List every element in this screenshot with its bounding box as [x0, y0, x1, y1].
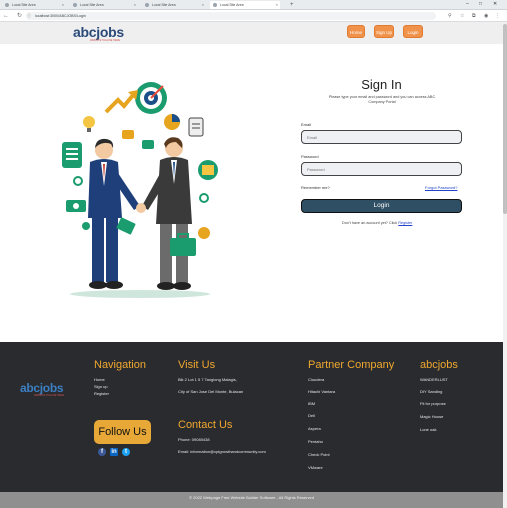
url-input[interactable]: ⓘ localhost:3000/ABCJOBS/Login [26, 12, 436, 20]
growth-arrow-icon [104, 92, 136, 114]
login-nav-button[interactable]: Login [403, 25, 423, 38]
footer-nav-link[interactable]: Register [94, 391, 109, 396]
menu-dots-icon[interactable]: ⋮ [495, 12, 500, 20]
partner-item[interactable]: Aspera [308, 426, 321, 431]
signin-subtitle: Please type your email and password and … [328, 95, 436, 104]
tab-label: Local Site Area [220, 3, 244, 7]
footer-visit-title: Visit Us [178, 359, 216, 371]
chat-bubble-icon [142, 140, 154, 149]
browser-tab[interactable]: Local Site Area × [2, 1, 66, 9]
remember-me-label[interactable]: Remember me? [301, 185, 330, 190]
location-pin-icon [82, 222, 90, 230]
businessman-left [88, 138, 140, 289]
window-close-icon[interactable]: ✕ [493, 0, 497, 9]
footer-email[interactable]: Email: information@cptgrowthandcommunity… [178, 449, 266, 454]
maximize-icon[interactable]: □ [479, 0, 482, 9]
handshake [136, 203, 146, 213]
lightbulb-icon [83, 116, 95, 128]
abcjobs-item[interactable]: Fit for purpose [420, 401, 446, 406]
tab-label: Local Site Area [80, 3, 104, 7]
gear-icon [199, 193, 209, 203]
forgot-password-link[interactable]: Forgot Password? [425, 185, 457, 190]
extensions-icon[interactable]: ⧉ [472, 12, 476, 20]
tab-label: Local Site Area [152, 3, 176, 7]
footer-address-line: Blk 2 Lot 1 5 7 Tanglong Malagis, [178, 377, 237, 382]
close-tab-icon[interactable]: × [276, 1, 278, 9]
reload-icon[interactable]: ↻ [17, 12, 22, 20]
password-label: Password [301, 154, 319, 159]
address-bar: ← ↻ ⓘ localhost:3000/ABCJOBS/Login ⚲ ☆ ⧉ … [0, 10, 507, 22]
bookmark-star-icon[interactable]: ☆ [460, 12, 464, 20]
linkedin-icon[interactable]: in [110, 448, 118, 456]
footer-logo[interactable]: abcjobs WEBSITE TAGLINE HERE [20, 381, 65, 397]
no-account-text: Don't have an account yet? Click Registe… [342, 221, 412, 225]
profile-icon[interactable]: ◉ [484, 12, 488, 20]
favicon-icon [145, 3, 149, 7]
favicon-icon [5, 3, 9, 7]
no-account-label: Don't have an account yet? Click [342, 221, 398, 225]
footer-abcjobs-title: abcjobs [420, 359, 458, 371]
abcjobs-item[interactable]: DIY Sanding [420, 389, 442, 394]
login-button[interactable]: Login [301, 199, 462, 213]
coin-icon [198, 227, 210, 239]
home-button[interactable]: Home [347, 25, 365, 38]
follow-us-badge: Follow Us [94, 420, 151, 444]
gear-icon [73, 176, 83, 186]
url-text: localhost:3000/ABCJOBS/Login [35, 14, 86, 18]
partner-item[interactable]: Dell [308, 413, 315, 418]
businessman-right [142, 137, 196, 290]
footer-partner-title: Partner Company [308, 359, 395, 371]
footer-contact-title: Contact Us [178, 419, 233, 431]
close-tab-icon[interactable]: × [62, 1, 64, 9]
partner-item[interactable]: Check Point [308, 452, 330, 457]
email-field[interactable] [301, 130, 462, 144]
footer-nav-link[interactable]: Home [94, 377, 105, 382]
business-icons-cluster [62, 82, 218, 239]
logo-tagline: WEBSITE TAGLINE HERE [90, 39, 121, 42]
footer-navigation-title: Navigation [94, 359, 146, 371]
partner-item[interactable]: Hitachi Vantara [308, 389, 335, 394]
sign-up-button[interactable]: Sign Up [374, 25, 394, 38]
password-field[interactable] [301, 162, 462, 176]
footer-address-line: City of San Jose Del Monte, Bulacan [178, 389, 244, 394]
footer-nav-link[interactable]: Sign up [94, 384, 108, 389]
info-icon: ⓘ [27, 13, 31, 18]
abcjobs-item[interactable]: WANDERLUST [420, 377, 448, 382]
browser-tab-active[interactable]: Local Site Area × [210, 1, 280, 9]
facebook-icon[interactable]: f [98, 448, 106, 456]
close-tab-icon[interactable]: × [134, 1, 136, 9]
register-link[interactable]: Register [398, 221, 412, 225]
partner-item[interactable]: IBM [308, 401, 315, 406]
chat-bubble-icon [122, 130, 134, 139]
partner-item[interactable]: Cloudera [308, 377, 324, 382]
footer-logo-text: abcjobs [20, 381, 64, 395]
clipboard-icon [188, 117, 204, 137]
browser-tab-bar: Local Site Area × Local Site Area × Local … [0, 0, 507, 10]
footer-phone: Phone: 09080438 [178, 437, 210, 442]
new-tab-icon[interactable]: + [290, 1, 294, 9]
scrollbar-thumb[interactable] [503, 24, 507, 214]
favicon-icon [213, 3, 217, 7]
email-label: Email [301, 122, 312, 127]
handshake-illustration [62, 82, 218, 298]
partner-item[interactable]: VMware [308, 465, 323, 470]
favicon-icon [73, 3, 77, 7]
signin-title: Sign In [361, 77, 402, 92]
browser-tab[interactable]: Local Site Area × [70, 1, 138, 9]
abcjobs-item[interactable]: Magic House [420, 414, 443, 419]
footer-logo-tagline: WEBSITE TAGLINE HERE [34, 394, 65, 397]
browser-tab[interactable]: Local Site Area × [142, 1, 206, 9]
twitter-icon[interactable]: t [122, 448, 130, 456]
copyright-bar: © 2022 Webpage Free Website Builder Soft… [0, 492, 503, 508]
back-icon[interactable]: ← [3, 12, 9, 20]
zoom-icon[interactable]: ⚲ [448, 12, 452, 20]
tab-label: Local Site Area [12, 3, 36, 7]
abcjobs-item[interactable]: Lone oak [420, 427, 436, 432]
partner-item[interactable]: Pentaho [308, 439, 323, 444]
header-logo[interactable]: abcjobs WEBSITE TAGLINE HERE [73, 24, 124, 42]
minimize-icon[interactable]: – [466, 0, 469, 9]
logo-text: abcjobs [73, 24, 124, 40]
close-tab-icon[interactable]: × [202, 1, 204, 9]
